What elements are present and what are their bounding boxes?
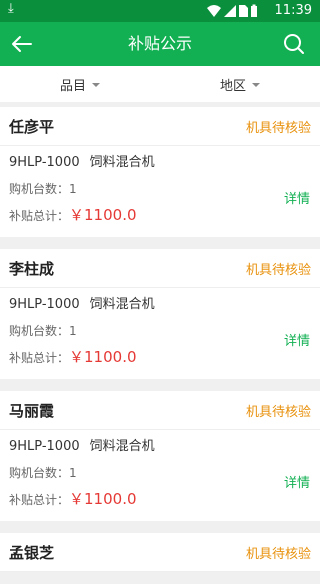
filter-region-label: 地区: [219, 78, 246, 94]
quantity-label: 购机台数：: [9, 466, 70, 480]
subsidy-row: 补贴总计：￥1100.0: [9, 344, 311, 371]
quantity-value: 1: [69, 466, 77, 480]
quantity-value: 1: [69, 324, 77, 338]
caret-down-icon: [92, 83, 100, 87]
list-item[interactable]: 孟银芝 机具待核验: [0, 533, 320, 572]
list-item[interactable]: 马丽霞 机具待核验 9HLP-1000 饲料混合机 购机台数：1 补贴总计：￥11…: [0, 391, 320, 521]
product-name: 饲料混合机: [89, 439, 155, 454]
card-header: 任彦平 机具待核验: [0, 107, 320, 146]
subsidy-label: 补贴总计：: [9, 209, 70, 223]
subsidy-row: 补贴总计：￥1100.0: [9, 202, 311, 229]
detail-link[interactable]: 详情: [284, 188, 310, 207]
download-icon: ⤓: [8, 1, 14, 16]
machine-model: 9HLP-1000 饲料混合机: [9, 436, 311, 458]
product-name: 饲料混合机: [89, 155, 155, 170]
subsidy-value: ￥1100.0: [69, 348, 137, 366]
quantity-label: 购机台数：: [9, 324, 70, 338]
status-badge: 机具待核验: [245, 120, 311, 136]
signal-icon: [224, 5, 236, 17]
caret-down-icon: [252, 83, 260, 87]
quantity-label: 购机台数：: [9, 182, 70, 196]
list-item[interactable]: 李柱成 机具待核验 9HLP-1000 饲料混合机 购机台数：1 补贴总计：￥11…: [0, 249, 320, 379]
filter-region[interactable]: 地区: [160, 66, 320, 102]
list-item[interactable]: 任彦平 机具待核验 9HLP-1000 饲料混合机 购机台数：1 补贴总计：￥11…: [0, 107, 320, 237]
filter-bar: 品目 地区: [0, 66, 320, 102]
machine-model: 9HLP-1000 饲料混合机: [9, 152, 311, 174]
detail-link[interactable]: 详情: [284, 330, 310, 349]
applicant-name: 孟银芝: [9, 543, 55, 562]
subsidy-label: 补贴总计：: [9, 351, 70, 365]
quantity-value: 1: [69, 182, 77, 196]
card-header: 马丽霞 机具待核验: [0, 391, 320, 430]
search-icon[interactable]: [282, 32, 306, 56]
no-sim-icon: [239, 5, 248, 17]
subsidy-label: 补贴总计：: [9, 493, 70, 507]
filter-category[interactable]: 品目: [0, 66, 160, 102]
quantity-row: 购机台数：1: [9, 318, 311, 344]
card-body: 9HLP-1000 饲料混合机 购机台数：1 补贴总计：￥1100.0 详情: [0, 430, 320, 521]
app-bar: 补贴公示: [0, 22, 320, 66]
status-bar: ⤓ 11:39: [0, 0, 320, 22]
page-title: 补贴公示: [127, 34, 192, 53]
battery-icon: [251, 6, 257, 17]
product-name: 饲料混合机: [89, 297, 155, 312]
model-number: 9HLP-1000: [9, 439, 80, 454]
filter-category-label: 品目: [59, 78, 86, 94]
status-badge: 机具待核验: [245, 546, 311, 562]
machine-model: 9HLP-1000 饲料混合机: [9, 294, 311, 316]
subsidy-value: ￥1100.0: [69, 206, 137, 224]
card-body: 9HLP-1000 饲料混合机 购机台数：1 补贴总计：￥1100.0 详情: [0, 146, 320, 237]
status-badge: 机具待核验: [245, 262, 311, 278]
status-badge: 机具待核验: [245, 404, 311, 420]
status-icons: [207, 4, 257, 17]
subsidy-row: 补贴总计：￥1100.0: [9, 486, 311, 513]
model-number: 9HLP-1000: [9, 297, 80, 312]
quantity-row: 购机台数：1: [9, 460, 311, 486]
subsidy-list: 任彦平 机具待核验 9HLP-1000 饲料混合机 购机台数：1 补贴总计：￥11…: [0, 107, 320, 584]
applicant-name: 李柱成: [9, 259, 55, 278]
subsidy-value: ￥1100.0: [69, 490, 137, 508]
card-header: 李柱成 机具待核验: [0, 249, 320, 288]
wifi-icon: [207, 5, 221, 17]
card-header: 孟银芝 机具待核验: [0, 533, 320, 572]
detail-link[interactable]: 详情: [284, 472, 310, 491]
card-body: 9HLP-1000 饲料混合机 购机台数：1 补贴总计：￥1100.0 详情: [0, 288, 320, 379]
applicant-name: 任彦平: [9, 117, 55, 136]
applicant-name: 马丽霞: [9, 401, 55, 420]
status-time: 11:39: [274, 3, 312, 18]
model-number: 9HLP-1000: [9, 155, 80, 170]
quantity-row: 购机台数：1: [9, 176, 311, 202]
